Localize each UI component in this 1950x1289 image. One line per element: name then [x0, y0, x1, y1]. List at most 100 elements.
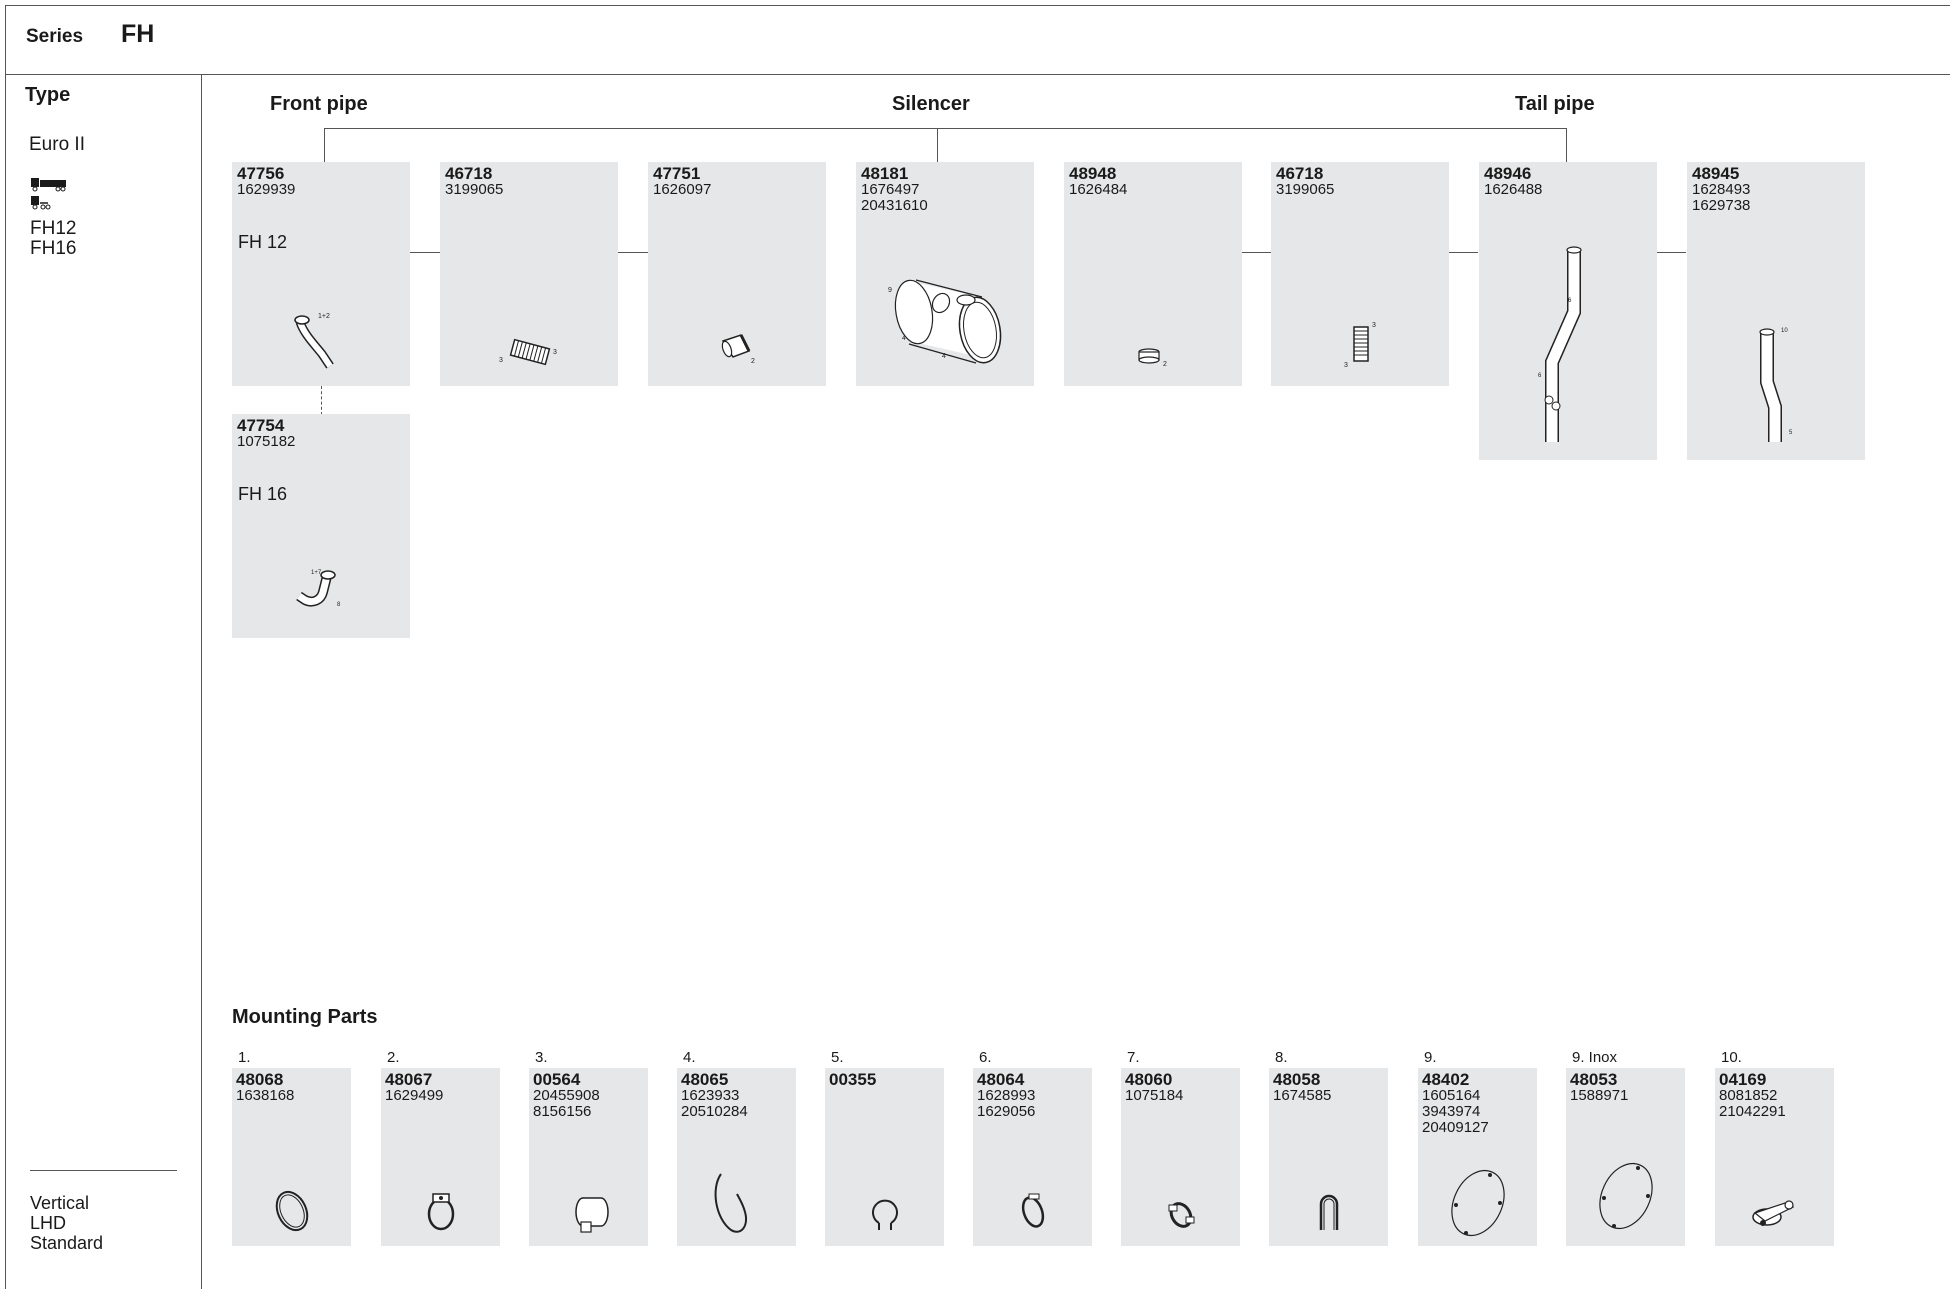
oe-reference: 8156156 [533, 1103, 592, 1120]
mount-card-48064[interactable]: 48064 1628993 1629056 [973, 1068, 1092, 1246]
callout: 5 [1789, 430, 1793, 436]
silencer-title: Silencer [892, 93, 970, 115]
mount-card-00355[interactable]: 00355 [825, 1068, 944, 1246]
euro-norm: Euro II [29, 134, 85, 155]
callout: 1+2 [318, 313, 330, 320]
callout: 1+7 [311, 570, 322, 576]
mount-card-48058[interactable]: 48058 1674585 [1269, 1068, 1388, 1246]
mount-item-number: 8. [1275, 1049, 1288, 1066]
oe-reference: 8081852 [1719, 1087, 1778, 1104]
oe-reference: 1676497 [861, 181, 920, 198]
bolt-clamp-icon [1168, 1202, 1195, 1228]
part-card-46718[interactable]: 46718 3199065 3 3 [440, 162, 618, 386]
part-card-48946[interactable]: 48946 1626488 6 6 [1479, 162, 1657, 460]
mount-card-48060[interactable]: 48060 1075184 [1121, 1068, 1240, 1246]
mount-card-48067[interactable]: 48067 1629499 [381, 1068, 500, 1246]
oe-reference: 1075184 [1125, 1087, 1184, 1104]
callout: 8 [337, 602, 341, 608]
part-number: 48068 [236, 1070, 284, 1089]
connector [617, 252, 648, 253]
part-number: 48948 [1069, 164, 1117, 183]
front-pipe-title: Front pipe [270, 93, 368, 115]
mount-card-48068[interactable]: 48068 1638168 [232, 1068, 351, 1246]
part-number: 48402 [1422, 1070, 1470, 1089]
part-card-47756[interactable]: 47756 1629939 FH 12 1+2 [232, 162, 410, 386]
sidebar-divider [30, 1170, 177, 1171]
model-fh16: FH16 [30, 238, 77, 259]
part-number: 46718 [1276, 164, 1324, 183]
mount-card-48053[interactable]: 48053 1588971 [1566, 1068, 1685, 1246]
mount-item-number: 5. [831, 1049, 844, 1066]
mount-item-number: 10. [1721, 1049, 1742, 1066]
mount-item-number: 9. Inox [1572, 1049, 1618, 1066]
oe-reference: 1628993 [977, 1087, 1036, 1104]
oe-reference: 1626488 [1484, 181, 1543, 198]
adapter-ring-drawing: 2 [1138, 348, 1167, 368]
part-number: 00355 [829, 1070, 877, 1089]
mount-item-number: 2. [387, 1049, 400, 1066]
mount-card-48065[interactable]: 48065 1623933 20510284 [677, 1068, 796, 1246]
oe-reference: 20409127 [1422, 1119, 1489, 1136]
type-label: Type [25, 84, 71, 106]
mount-card-48402[interactable]: 48402 1605164 3943974 20409127 [1418, 1068, 1537, 1246]
tail-pipe-title: Tail pipe [1515, 93, 1595, 115]
callout: 3 [499, 357, 503, 364]
oe-reference: 1629056 [977, 1103, 1036, 1120]
part-number: 48181 [861, 164, 909, 183]
model-note: FH 12 [238, 232, 288, 252]
mount-card-04169[interactable]: 04169 8081852 21042291 [1715, 1068, 1834, 1246]
part-card-47754[interactable]: 47754 1075182 FH 16 1+7 8 [232, 414, 410, 638]
oe-reference: 1638168 [236, 1087, 295, 1104]
end-cover-icon [1451, 1169, 1505, 1237]
callout: 6 [1538, 373, 1542, 379]
bolt-clamp-icon [427, 1193, 455, 1231]
oe-reference: 1626097 [653, 181, 712, 198]
callout: 3 [1372, 322, 1376, 329]
part-card-48181[interactable]: 48181 1676497 20431610 9 4 4 [856, 162, 1034, 386]
part-card-48945[interactable]: 48945 1628493 1629738 10 5 [1687, 162, 1865, 460]
callout: 2 [751, 358, 755, 365]
mount-card-00564[interactable]: 00564 20455908 8156156 [529, 1068, 648, 1246]
callout: 3 [553, 349, 557, 356]
mount-item-number: 7. [1127, 1049, 1140, 1066]
oe-reference: 20431610 [861, 197, 928, 214]
oe-reference: 1629939 [237, 181, 296, 198]
bracket-tick-front [324, 128, 325, 163]
mount-item-number: 1. [238, 1049, 251, 1066]
oe-reference: 1588971 [1570, 1087, 1629, 1104]
part-number: 47756 [237, 164, 285, 183]
oe-reference: 1626484 [1069, 181, 1128, 198]
oe-reference: 1629499 [385, 1087, 444, 1104]
part-number: 46718 [445, 164, 493, 183]
oe-reference: 20455908 [533, 1087, 600, 1104]
oe-reference: 20510284 [681, 1103, 748, 1120]
callout: 4 [902, 335, 906, 342]
variant: Standard [30, 1233, 104, 1253]
model-note: FH 16 [238, 484, 288, 504]
model-fh12: FH12 [30, 218, 77, 239]
bracket-tick-tail [1566, 128, 1567, 163]
part-card-46718-b[interactable]: 46718 3199065 3 3 [1271, 162, 1449, 386]
clamp-icon [1021, 1193, 1045, 1228]
bracket-tick-silencer [937, 128, 938, 163]
tail-pipe-end-drawing: 10 5 [1759, 328, 1793, 442]
strap-ring-icon [714, 1173, 747, 1233]
part-card-47751[interactable]: 47751 1626097 2 [648, 162, 826, 386]
part-card-48948[interactable]: 48948 1626484 2 [1064, 162, 1242, 386]
part-number: 48053 [1570, 1070, 1618, 1089]
oe-reference: 3199065 [445, 181, 504, 198]
part-number: 48946 [1484, 164, 1532, 183]
part-number: 48945 [1692, 164, 1740, 183]
tail-pipe-drawing: 6 6 [1538, 246, 1582, 442]
callout: 2 [1163, 361, 1167, 368]
connector-pipe-drawing: 2 [721, 334, 755, 365]
series-value: FH [121, 20, 155, 48]
mounting-orientation: Vertical [30, 1193, 90, 1213]
clamp-ring-icon [275, 1190, 309, 1232]
truck-icon [31, 178, 66, 210]
part-number: 47751 [653, 164, 701, 183]
oe-reference: 1605164 [1422, 1087, 1481, 1104]
clip-ring-icon [872, 1199, 898, 1230]
u-bolt-icon [1319, 1194, 1339, 1230]
oe-reference: 1674585 [1273, 1087, 1332, 1104]
